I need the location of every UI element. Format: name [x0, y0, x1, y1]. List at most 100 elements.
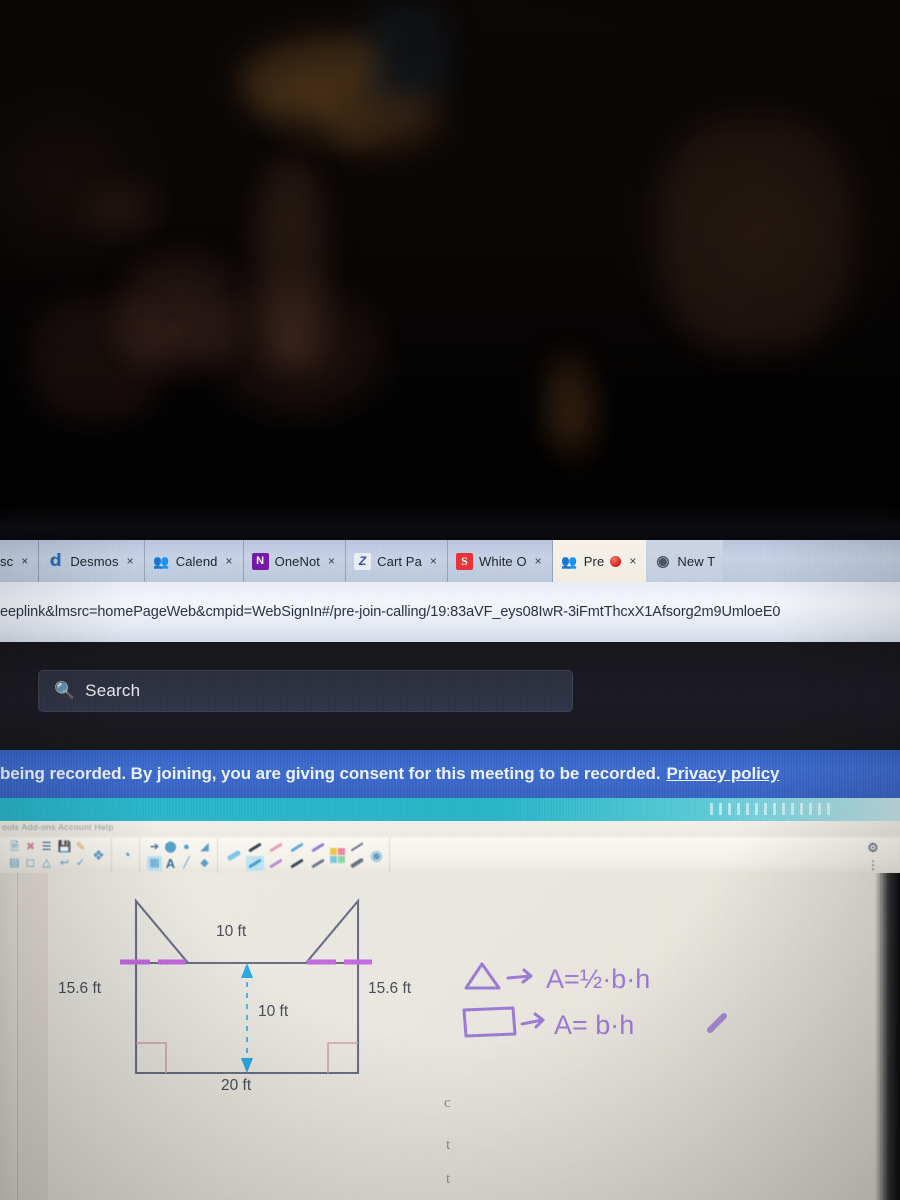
tab-close-icon[interactable]: ×: [326, 554, 337, 568]
photo-blob: [545, 355, 590, 445]
notebook-application-window: ools Add-ons Account Help 🗎 ✖ ☰ ▤ ◻ △ 💾 …: [0, 798, 900, 1200]
recording-banner-message: being recorded. By joining, you are givi…: [0, 764, 661, 783]
fill-bucket-icon[interactable]: ◔: [119, 848, 134, 863]
tab-label: OneNot: [274, 553, 321, 569]
faint-mark: t: [446, 1137, 451, 1153]
browser-tab-whiteboard[interactable]: S White O ×: [448, 540, 553, 582]
screen-right-edge: [875, 873, 900, 1200]
shape-eraser-icon[interactable]: ◆: [197, 856, 212, 871]
check-icon[interactable]: ✓: [73, 856, 88, 871]
handwritten-triangle-icon: [464, 962, 501, 990]
toolbar-group-tools[interactable]: ➔ ⬤ ● ▦ A ╱ ◢ ◆: [142, 838, 218, 872]
notebook-canvas[interactable]: 10 ft 15.6 ft 15.6 ft 10 ft 20 ft A=½·b·…: [48, 873, 875, 1200]
color-palette-icon[interactable]: [330, 847, 345, 863]
pen-pair-4[interactable]: [309, 840, 327, 871]
ink-icon[interactable]: ●: [179, 840, 194, 855]
app-title-bar: [0, 798, 900, 821]
text-icon[interactable]: A: [163, 856, 178, 871]
line-icon[interactable]: ╱: [179, 856, 194, 871]
height-dimension-arrow: [241, 963, 253, 1073]
tab-label: White O: [479, 553, 527, 569]
undo-icon[interactable]: ↩: [57, 856, 72, 871]
drawing-toolbar[interactable]: 🗎 ✖ ☰ ▤ ◻ △ 💾 ✎ ↩ ✓ ❖ ◔ ➔ ⬤ ● ▦ A ╱ ◢ ◆ …: [0, 837, 900, 873]
browser-tab-onenote[interactable]: N OneNot ×: [244, 540, 347, 582]
toolbar-group-pens[interactable]: ◉: [220, 838, 390, 872]
list-icon[interactable]: ▤: [7, 856, 22, 871]
tab-label: Pre: [583, 553, 605, 569]
frame-icon[interactable]: ◻: [23, 856, 38, 871]
recording-banner-text: being recorded. By joining, you are givi…: [0, 764, 780, 784]
pen-dark-icon[interactable]: [288, 856, 306, 871]
magic-wand-icon[interactable]: ▦: [147, 855, 162, 871]
lasso-icon[interactable]: ⬤: [163, 840, 178, 855]
pen-pink-icon[interactable]: [267, 840, 285, 855]
notebook-sidebar[interactable]: [0, 873, 18, 1200]
browser-tab-desmos[interactable]: d Desmos ×: [39, 540, 145, 582]
smart-favicon-icon: S: [456, 552, 474, 570]
tab-close-icon[interactable]: ×: [533, 554, 544, 568]
recording-indicator-icon: [610, 555, 622, 567]
browser-tab-new[interactable]: ◉ New T: [646, 540, 724, 582]
figure-label-top-segment: 10 ft: [216, 923, 247, 940]
line-width-icon[interactable]: [348, 840, 366, 871]
tools-icon-grid-2[interactable]: ◢ ◆: [197, 840, 212, 871]
new-page-icon[interactable]: 🗎: [7, 840, 22, 855]
figure-label-left-side: 15.6 ft: [58, 980, 102, 997]
file-icon-grid[interactable]: 🗎 ✖ ☰ ▤ ◻ △: [7, 840, 54, 871]
pen-violet-icon[interactable]: [267, 856, 285, 871]
align-icon[interactable]: ☰: [39, 840, 54, 855]
browser-address-bar[interactable]: eeplink&lmsrc=homePageWeb&cmpid=WebSignI…: [0, 582, 900, 642]
handwritten-formula-rectangle: A= b·h: [554, 1010, 634, 1040]
eraser-icon[interactable]: ◢: [197, 840, 212, 855]
tab-close-icon[interactable]: ×: [224, 554, 235, 568]
toolbar-group-file[interactable]: 🗎 ✖ ☰ ▤ ◻ △ 💾 ✎ ↩ ✓ ❖: [2, 838, 112, 872]
teams-app-header: 🔍 Search: [0, 642, 900, 750]
tab-close-icon[interactable]: ×: [125, 554, 136, 568]
pen-blue2-icon[interactable]: [246, 855, 264, 871]
photo-blob: [660, 120, 850, 350]
browser-tab-prejoin-active[interactable]: Pre ×: [552, 540, 647, 582]
teams-favicon-icon: [561, 553, 578, 570]
insert-icon[interactable]: ❖: [91, 848, 106, 863]
search-input[interactable]: 🔍 Search: [38, 670, 573, 712]
edit-icon[interactable]: ✎: [73, 840, 88, 855]
pen-blue-icon[interactable]: [288, 840, 306, 855]
cut-icon[interactable]: ✖: [23, 840, 38, 855]
pen-pair-3[interactable]: [288, 840, 306, 871]
pen-gray-icon[interactable]: [309, 856, 327, 871]
tab-label: sc: [0, 553, 14, 569]
url-text: eeplink&lmsrc=homePageWeb&cmpid=WebSignI…: [0, 604, 781, 620]
tab-label: New T: [677, 553, 716, 569]
browser-tab[interactable]: sc ×: [0, 540, 40, 582]
privacy-policy-link[interactable]: Privacy policy: [666, 764, 779, 783]
pen-black-icon[interactable]: [246, 840, 264, 855]
photo-blob: [30, 300, 160, 420]
pen-purple-icon[interactable]: [309, 840, 327, 855]
more-vertical-icon[interactable]: ⋮: [867, 859, 879, 871]
transparency-icon[interactable]: ◉: [369, 848, 384, 863]
tab-close-icon[interactable]: ×: [428, 554, 439, 568]
handwritten-rectangle-icon: [462, 1006, 517, 1038]
figure-label-right-side: 15.6 ft: [368, 980, 412, 997]
tab-close-icon[interactable]: ×: [627, 554, 638, 568]
browser-tab-calendar[interactable]: Calend ×: [145, 540, 244, 582]
page-list-strip[interactable]: [18, 873, 48, 1200]
tab-close-icon[interactable]: ×: [19, 554, 30, 568]
right-triangle-path: [303, 898, 360, 965]
tools-icon-grid[interactable]: ➔ ⬤ ● ▦ A ╱: [147, 840, 194, 871]
browser-tab-strip: sc × d Desmos × Calend × N OneNot × Z Ca…: [0, 540, 900, 582]
shapes-icon[interactable]: △: [39, 856, 54, 871]
file-icon-grid-2[interactable]: 💾 ✎ ↩ ✓: [57, 840, 88, 871]
save-icon[interactable]: 💾: [57, 840, 72, 855]
pen-pair-1[interactable]: [246, 840, 264, 871]
menu-bar[interactable]: [0, 821, 900, 837]
browser-tab-cart-part[interactable]: Z Cart Pa ×: [346, 540, 449, 582]
toolbar-group-fill[interactable]: ◔: [114, 838, 140, 872]
select-arrow-icon[interactable]: ➔: [147, 840, 162, 855]
highlighter-icon[interactable]: [225, 848, 243, 863]
onenote-favicon-icon: N: [251, 552, 269, 570]
gear-icon[interactable]: ⚙: [867, 840, 879, 856]
pen-pair-2[interactable]: [267, 840, 285, 871]
right-angle-marker-right: [327, 1042, 358, 1073]
right-angle-marker-left: [136, 1042, 167, 1073]
